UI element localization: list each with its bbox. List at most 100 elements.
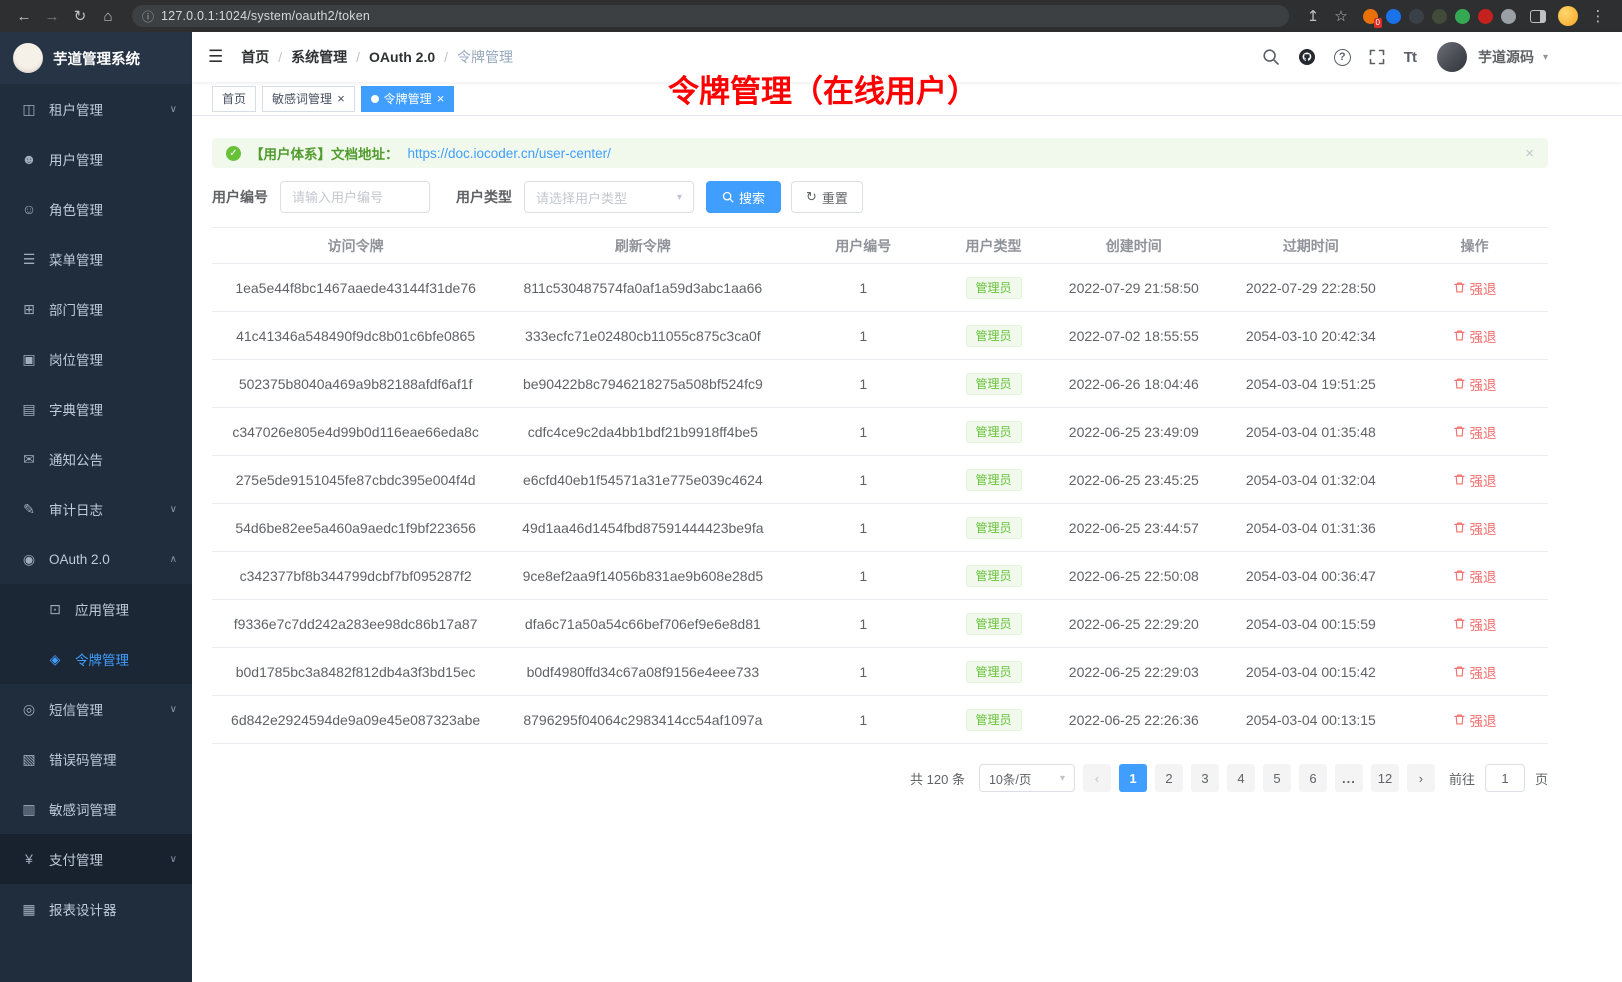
sidebar-item[interactable]: ✎ 审计日志 ∨	[0, 484, 192, 534]
alert-close-icon[interactable]: ×	[1525, 145, 1534, 162]
sidebar-item[interactable]: ✉ 通知公告	[0, 434, 192, 484]
tab-label: 首页	[222, 90, 246, 107]
force-logout-button[interactable]: 强退	[1453, 326, 1497, 346]
browser-extension-icon[interactable]	[1409, 9, 1424, 24]
view-tab[interactable]: 敏感词管理 ×	[262, 86, 355, 112]
browser-extension-icon[interactable]	[1455, 9, 1470, 24]
page-button[interactable]: 12	[1371, 764, 1399, 792]
sidebar-item[interactable]: ☺ 角色管理	[0, 184, 192, 234]
sidebar-item[interactable]: ▦ 报表设计器	[0, 884, 192, 934]
menu-item-label: 用户管理	[49, 149, 166, 169]
page-button[interactable]: 2	[1155, 764, 1183, 792]
browser-extension-icon[interactable]: 0	[1363, 9, 1378, 24]
user-type-select[interactable]: 请选择用户类型 ▾	[524, 181, 694, 213]
tab-close-icon[interactable]: ×	[337, 92, 345, 105]
search-button[interactable]: 搜索	[706, 181, 781, 213]
share-icon[interactable]: ↥	[1301, 4, 1325, 28]
force-logout-label: 强退	[1470, 566, 1497, 586]
refresh-token-cell: e6cfd40eb1f54571a31e775e039c4624	[499, 456, 786, 504]
breadcrumb-item[interactable]: OAuth 2.0	[369, 49, 457, 65]
sidebar-item[interactable]: ◉ OAuth 2.0 ∧	[0, 534, 192, 584]
force-logout-button[interactable]: 强退	[1453, 614, 1497, 634]
forward-button[interactable]: →	[40, 4, 64, 28]
access-token-cell: c342377bf8b344799dcbf7bf095287f2	[212, 552, 499, 600]
next-page-button[interactable]: ›	[1407, 764, 1435, 792]
page-button[interactable]: 1	[1119, 764, 1147, 792]
force-logout-button[interactable]: 强退	[1453, 518, 1497, 538]
page-button[interactable]: 4	[1227, 764, 1255, 792]
font-size-icon[interactable]: Tt	[1404, 49, 1416, 66]
app-logo[interactable]: 芋道管理系统	[0, 32, 192, 84]
breadcrumb-item[interactable]: 令牌管理	[457, 47, 513, 67]
bookmark-star-icon[interactable]: ☆	[1329, 4, 1353, 28]
force-logout-button[interactable]: 强退	[1453, 566, 1497, 586]
home-button[interactable]: ⌂	[96, 4, 120, 28]
sidebar-item[interactable]: ◈ 令牌管理	[0, 634, 192, 684]
page-button[interactable]: ...	[1335, 764, 1363, 792]
force-logout-button[interactable]: 强退	[1453, 470, 1497, 490]
sidebar-item[interactable]: ◫ 租户管理 ∨	[0, 84, 192, 134]
fullscreen-icon[interactable]	[1368, 48, 1387, 67]
sidebar-item[interactable]: ⊞ 部门管理	[0, 284, 192, 334]
user-avatar[interactable]	[1437, 42, 1467, 72]
force-logout-button[interactable]: 强退	[1453, 374, 1497, 394]
sidebar-toggle-icon[interactable]: ☰	[208, 47, 223, 67]
page-button[interactable]: 6	[1299, 764, 1327, 792]
browser-menu-icon[interactable]: ⋮	[1586, 4, 1610, 28]
reset-button[interactable]: ↻ 重置	[791, 181, 863, 213]
force-logout-button[interactable]: 强退	[1453, 278, 1497, 298]
sidebar-item[interactable]: ▣ 岗位管理	[0, 334, 192, 384]
extension-badge: 0	[1374, 18, 1382, 28]
view-tab[interactable]: 首页 ×	[212, 86, 256, 112]
force-logout-button[interactable]: 强退	[1453, 710, 1497, 730]
force-logout-button[interactable]: 强退	[1453, 662, 1497, 682]
browser-extension-icon[interactable]	[1501, 9, 1516, 24]
sidebar-item[interactable]: ☰ 菜单管理	[0, 234, 192, 284]
sidebar-item[interactable]: ◎ 短信管理 ∨	[0, 684, 192, 734]
browser-extension-icon[interactable]	[1478, 9, 1493, 24]
tab-label: 令牌管理	[384, 90, 432, 107]
breadcrumb-item[interactable]: 系统管理	[291, 47, 369, 67]
github-icon[interactable]	[1298, 48, 1317, 67]
address-bar[interactable]: ⓘ 127.0.0.1:1024/system/oauth2/token	[132, 5, 1289, 27]
table-row: 6d842e2924594de9a09e45e087323abe 8796295…	[212, 696, 1548, 744]
url-text: 127.0.0.1:1024/system/oauth2/token	[161, 9, 370, 23]
browser-profile-avatar[interactable]	[1558, 6, 1578, 26]
sidebar-item[interactable]: ¥ 支付管理 ∨	[0, 834, 192, 884]
sidebar-item[interactable]: ▤ 字典管理	[0, 384, 192, 434]
doc-link[interactable]: https://doc.iocoder.cn/user-center/	[408, 146, 611, 161]
action-cell: 强退	[1401, 264, 1548, 312]
page-button[interactable]: 5	[1263, 764, 1291, 792]
sidebar-item[interactable]: ⊡ 应用管理	[0, 584, 192, 634]
tab-close-icon[interactable]: ×	[437, 92, 445, 105]
sidebar-item[interactable]: ▧ 错误码管理	[0, 734, 192, 784]
back-button[interactable]: ←	[12, 4, 36, 28]
sidebar-item[interactable]: ▥ 敏感词管理	[0, 784, 192, 834]
expire-time-cell: 2054-03-10 20:42:34	[1221, 312, 1401, 360]
sidebar: 芋道管理系统 ◫ 租户管理 ∨ ☻ 用户管理 ☺ 角色管理	[0, 32, 192, 982]
user-id-input[interactable]	[280, 181, 430, 213]
view-tab[interactable]: 令牌管理 ×	[361, 86, 455, 112]
search-icon[interactable]	[1262, 48, 1281, 67]
tab-split-icon[interactable]	[1530, 10, 1546, 23]
page-button[interactable]: 3	[1191, 764, 1219, 792]
breadcrumb-item[interactable]: 首页	[241, 47, 291, 67]
user-id-cell: 1	[786, 696, 940, 744]
sidebar-item[interactable]: ☻ 用户管理	[0, 134, 192, 184]
force-logout-button[interactable]: 强退	[1453, 422, 1497, 442]
create-time-cell: 2022-06-26 18:04:46	[1047, 360, 1221, 408]
goto-page-input[interactable]	[1485, 764, 1525, 792]
browser-extension-icon[interactable]	[1432, 9, 1447, 24]
site-info-icon[interactable]: ⓘ	[142, 8, 154, 25]
prev-page-button[interactable]: ‹	[1083, 764, 1111, 792]
browser-extension-icon[interactable]	[1386, 9, 1401, 24]
table-row: c342377bf8b344799dcbf7bf095287f2 9ce8ef2…	[212, 552, 1548, 600]
user-name[interactable]: 芋道源码	[1478, 47, 1534, 67]
help-icon[interactable]: ?	[1334, 49, 1351, 66]
action-cell: 强退	[1401, 600, 1548, 648]
user-menu-caret-icon[interactable]: ▾	[1543, 52, 1548, 63]
menu-item-icon: ◎	[20, 701, 38, 718]
reload-button[interactable]: ↻	[68, 4, 92, 28]
expire-time-cell: 2054-03-04 19:51:25	[1221, 360, 1401, 408]
page-size-select[interactable]: 10条/页 ▾	[979, 764, 1075, 792]
